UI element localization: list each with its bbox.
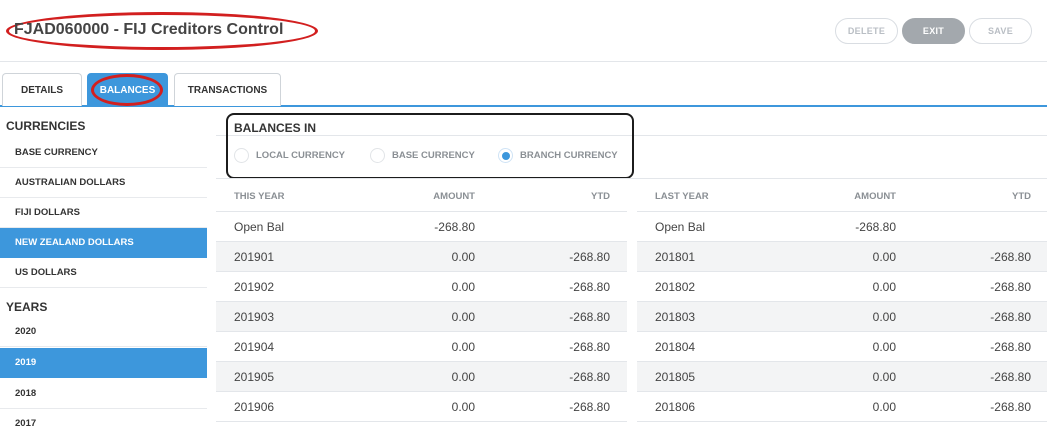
period-cell: 201904 (234, 340, 275, 354)
ytd-cell: -268.80 (569, 250, 610, 264)
ytd-cell: -268.80 (990, 370, 1031, 384)
divider (216, 135, 1047, 136)
sidebar-item-2019[interactable]: 2019 (0, 348, 207, 378)
currencies-heading: CURRENCIES (6, 119, 86, 133)
period-cell: 201802 (655, 280, 696, 294)
amount-cell: 0.00 (872, 280, 896, 294)
period-cell: 201806 (655, 400, 696, 414)
table-row: 201802 0.00 -268.80 (637, 272, 1047, 302)
sidebar-item-2018[interactable]: 2018 (0, 379, 207, 409)
table-header: LAST YEAR AMOUNT YTD (637, 180, 1047, 212)
radio-label: BRANCH CURRENCY (520, 149, 618, 161)
period-cell: Open Bal (234, 220, 285, 234)
sidebar-item-2020[interactable]: 2020 (0, 317, 207, 347)
period-cell: 201905 (234, 370, 275, 384)
ytd-cell: -268.80 (569, 370, 610, 384)
divider (216, 178, 1047, 179)
table-header: THIS YEAR AMOUNT YTD (216, 180, 627, 212)
amount-cell: 0.00 (872, 400, 896, 414)
amount-cell: 0.00 (451, 400, 475, 414)
radio-label: BASE CURRENCY (392, 149, 475, 161)
years-heading: YEARS (6, 300, 48, 314)
column-header-amount: AMOUNT (433, 191, 475, 202)
tab-balances[interactable]: BALANCES (87, 73, 168, 106)
period-cell: 201801 (655, 250, 696, 264)
radio-base-currency[interactable]: BASE CURRENCY (370, 146, 475, 164)
period-cell: Open Bal (655, 220, 706, 234)
balances-in-title: BALANCES IN (234, 121, 317, 135)
amount-cell: 0.00 (872, 310, 896, 324)
period-cell: 201902 (234, 280, 275, 294)
page-header: FJAD060000 - FIJ Creditors Control DELET… (0, 0, 1047, 62)
table-row: 201903 0.00 -268.80 (216, 302, 627, 332)
period-cell: 201903 (234, 310, 275, 324)
exit-button[interactable]: EXIT (902, 18, 965, 44)
table-row: 201901 0.00 -268.80 (216, 242, 627, 272)
sidebar-item-fiji-dollars[interactable]: FIJI DOLLARS (0, 198, 207, 228)
ytd-cell: -268.80 (990, 280, 1031, 294)
column-header-this-year: THIS YEAR (234, 191, 285, 202)
table-row: Open Bal -268.80 (216, 212, 627, 242)
table-row: 201805 0.00 -268.80 (637, 362, 1047, 392)
table-row: 201801 0.00 -268.80 (637, 242, 1047, 272)
table-row: Open Bal -268.80 (637, 212, 1047, 242)
column-header-ytd: YTD (1012, 191, 1031, 202)
sidebar-item-australian-dollars[interactable]: AUSTRALIAN DOLLARS (0, 168, 207, 198)
column-header-last-year: LAST YEAR (655, 191, 709, 202)
amount-cell: 0.00 (872, 370, 896, 384)
period-cell: 201805 (655, 370, 696, 384)
tab-transactions[interactable]: TRANSACTIONS (174, 73, 281, 106)
radio-label: LOCAL CURRENCY (256, 149, 346, 161)
table-row: 201804 0.00 -268.80 (637, 332, 1047, 362)
sidebar-item-us-dollars[interactable]: US DOLLARS (0, 258, 207, 288)
ytd-cell: -268.80 (990, 340, 1031, 354)
amount-cell: 0.00 (451, 340, 475, 354)
radio-local-currency[interactable]: LOCAL CURRENCY (234, 146, 345, 164)
tab-bar: DETAILS BALANCES TRANSACTIONS (0, 71, 1047, 107)
amount-cell: 0.00 (451, 280, 475, 294)
table-row: 201806 0.00 -268.80 (637, 392, 1047, 422)
period-cell: 201803 (655, 310, 696, 324)
table-row: 201803 0.00 -268.80 (637, 302, 1047, 332)
amount-cell: -268.80 (434, 220, 475, 234)
sidebar: CURRENCIES BASE CURRENCY AUSTRALIAN DOLL… (0, 109, 207, 435)
radio-unchecked-icon (234, 147, 249, 163)
ytd-cell: -268.80 (569, 310, 610, 324)
column-header-amount: AMOUNT (854, 191, 896, 202)
amount-cell: 0.00 (451, 250, 475, 264)
period-cell: 201804 (655, 340, 696, 354)
save-button[interactable]: SAVE (969, 18, 1032, 44)
sidebar-item-base-currency[interactable]: BASE CURRENCY (0, 138, 207, 168)
column-header-ytd: YTD (591, 191, 610, 202)
ytd-cell: -268.80 (569, 400, 610, 414)
table-row: 201902 0.00 -268.80 (216, 272, 627, 302)
amount-cell: 0.00 (872, 340, 896, 354)
table-row: 201904 0.00 -268.80 (216, 332, 627, 362)
sidebar-item-2017[interactable]: 2017 (0, 409, 207, 435)
ytd-cell: -268.80 (990, 310, 1031, 324)
ytd-cell: -268.80 (990, 400, 1031, 414)
radio-branch-currency[interactable]: BRANCH CURRENCY (498, 146, 618, 164)
page-title: FJAD060000 - FIJ Creditors Control (14, 21, 284, 38)
delete-button[interactable]: DELETE (835, 18, 898, 44)
radio-checked-icon (498, 147, 513, 163)
table-row: 201906 0.00 -268.80 (216, 392, 627, 422)
ytd-cell: -268.80 (569, 340, 610, 354)
amount-cell: 0.00 (451, 370, 475, 384)
table-row: 201905 0.00 -268.80 (216, 362, 627, 392)
amount-cell: 0.00 (451, 310, 475, 324)
period-cell: 201906 (234, 400, 275, 414)
amount-cell: -268.80 (855, 220, 896, 234)
ytd-cell: -268.80 (569, 280, 610, 294)
amount-cell: 0.00 (872, 250, 896, 264)
period-cell: 201901 (234, 250, 275, 264)
tab-details[interactable]: DETAILS (2, 73, 82, 106)
sidebar-item-new-zealand-dollars[interactable]: NEW ZEALAND DOLLARS (0, 228, 207, 258)
radio-unchecked-icon (370, 147, 385, 163)
ytd-cell: -268.80 (990, 250, 1031, 264)
